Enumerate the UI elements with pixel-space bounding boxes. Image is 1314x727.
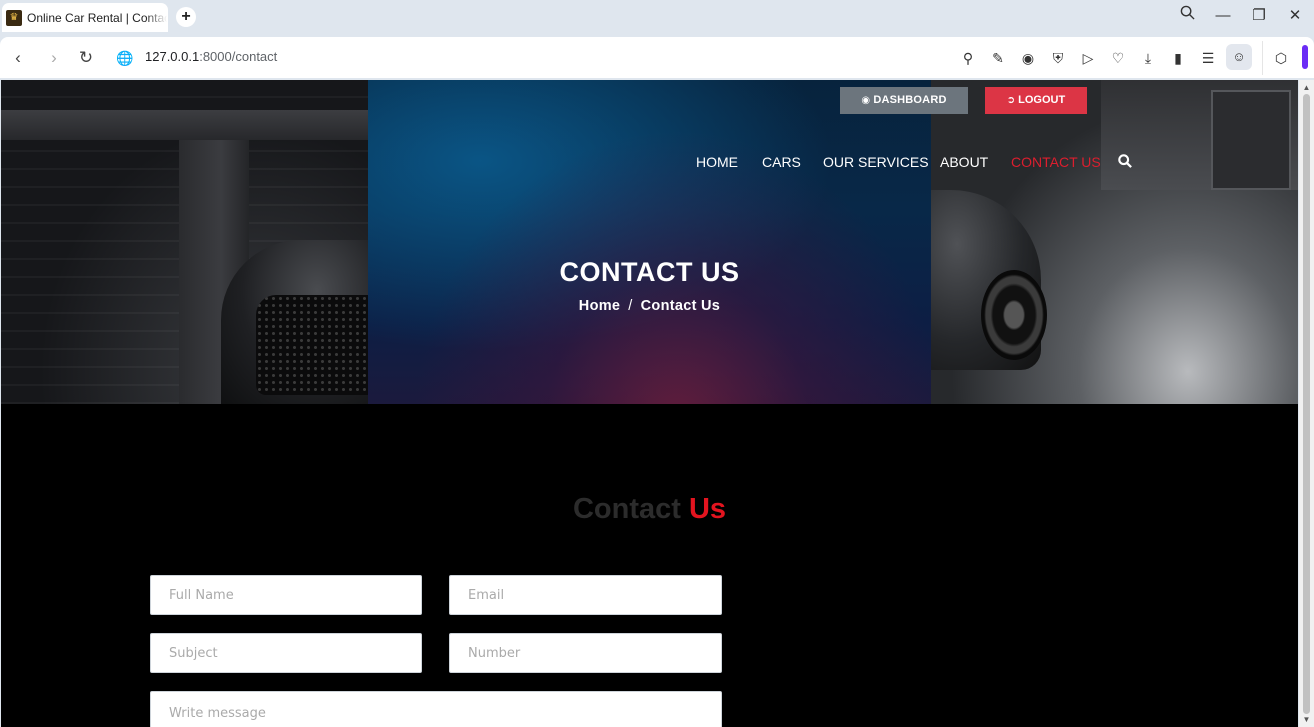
tab-title: Online Car Rental | Contact <box>27 10 167 25</box>
reload-icon[interactable]: ↻ <box>74 46 98 70</box>
logout-button[interactable]: ➲ LOGOUT <box>985 87 1087 114</box>
heart-icon[interactable]: ♡ <box>1108 48 1128 68</box>
minimize-icon[interactable]: — <box>1208 4 1238 28</box>
dashboard-icon: ◉ <box>861 95 871 106</box>
breadcrumb-separator: / <box>628 298 633 314</box>
camera-icon[interactable]: ◉ <box>1018 48 1038 68</box>
nav-cars[interactable]: CARS <box>762 154 801 170</box>
dashboard-label: DASHBOARD <box>873 94 947 106</box>
message-field[interactable] <box>150 691 722 727</box>
close-icon[interactable]: ✕ <box>1280 4 1310 28</box>
send-icon[interactable]: ▷ <box>1078 48 1098 68</box>
hero-image-right <box>921 80 1298 404</box>
full-name-field[interactable] <box>150 575 422 615</box>
nav-about[interactable]: ABOUT <box>940 154 988 170</box>
breadcrumb-home[interactable]: Home <box>579 298 621 314</box>
back-icon[interactable]: ‹ <box>6 46 30 70</box>
new-tab-button[interactable]: + <box>176 7 196 27</box>
cube-icon[interactable]: ⬡ <box>1271 48 1291 68</box>
subject-field[interactable] <box>150 633 422 673</box>
url-path: :8000/contact <box>199 49 278 64</box>
page-viewport: ◉ DASHBOARD ➲ LOGOUT HOME CARS OUR SERVICE… <box>1 80 1298 727</box>
url-field[interactable]: 127.0.0.1:8000/contact <box>145 49 277 64</box>
scroll-up-icon[interactable]: ▲ <box>1302 83 1311 92</box>
url-host: 127.0.0.1 <box>145 49 200 64</box>
contact-heading-accent: Us <box>688 493 727 525</box>
nav-our-services[interactable]: OUR SERVICES <box>823 154 929 170</box>
scroll-down-icon[interactable]: ▼ <box>1302 715 1311 724</box>
scroll-thumb[interactable] <box>1303 94 1310 714</box>
edit-icon[interactable]: ✎ <box>988 48 1008 68</box>
address-bar: ‹ › ↻ 🌐 127.0.0.1:8000/contact ⚲ ✎ ◉ ⛨ ▷… <box>0 37 1314 78</box>
page-scrollbar[interactable]: ▲ ▼ <box>1299 80 1314 727</box>
browser-tab[interactable]: ♛ Online Car Rental | Contact <box>2 3 168 32</box>
nav-contact-us[interactable]: CONTACT US <box>1011 154 1101 170</box>
site-info-icon[interactable]: 🌐 <box>113 46 137 70</box>
contact-heading: Contact Us <box>1 493 1298 526</box>
number-field[interactable] <box>449 633 722 673</box>
restore-icon[interactable]: ❐ <box>1244 4 1274 28</box>
page-title: CONTACT US <box>559 257 740 287</box>
battery-icon[interactable]: ▮ <box>1168 48 1188 68</box>
breadcrumb: Home / Contact Us <box>368 298 931 314</box>
dashboard-button[interactable]: ◉ DASHBOARD <box>840 87 968 114</box>
site-favicon-icon: ♛ <box>6 9 22 26</box>
browser-tab-bar: ♛ Online Car Rental | Contact + — ❐ ✕ <box>0 0 1314 34</box>
shield-icon[interactable]: ⛨ <box>1048 48 1068 68</box>
email-field[interactable] <box>449 575 722 615</box>
car-grille <box>256 295 368 395</box>
hero-overlay <box>368 80 931 404</box>
logout-label: LOGOUT <box>1018 94 1066 106</box>
tab-search-icon[interactable] <box>1172 4 1202 28</box>
nav-home[interactable]: HOME <box>696 154 738 170</box>
forward-icon[interactable]: › <box>42 46 66 70</box>
hero-banner: ◉ DASHBOARD ➲ LOGOUT HOME CARS OUR SERVICE… <box>1 80 1298 404</box>
download-icon[interactable]: ⤓ <box>1138 48 1158 68</box>
zoom-icon[interactable]: ⚲ <box>958 48 978 68</box>
profile-icon[interactable]: ☺ <box>1226 44 1252 70</box>
breadcrumb-current: Contact Us <box>640 298 721 314</box>
settings-icon[interactable]: ☰ <box>1198 48 1218 68</box>
nav-search-icon[interactable] <box>1118 154 1134 170</box>
sidebar-toggle[interactable] <box>1302 45 1308 69</box>
logout-icon: ➲ <box>1006 95 1016 106</box>
contact-heading-word: Contact <box>572 493 681 525</box>
